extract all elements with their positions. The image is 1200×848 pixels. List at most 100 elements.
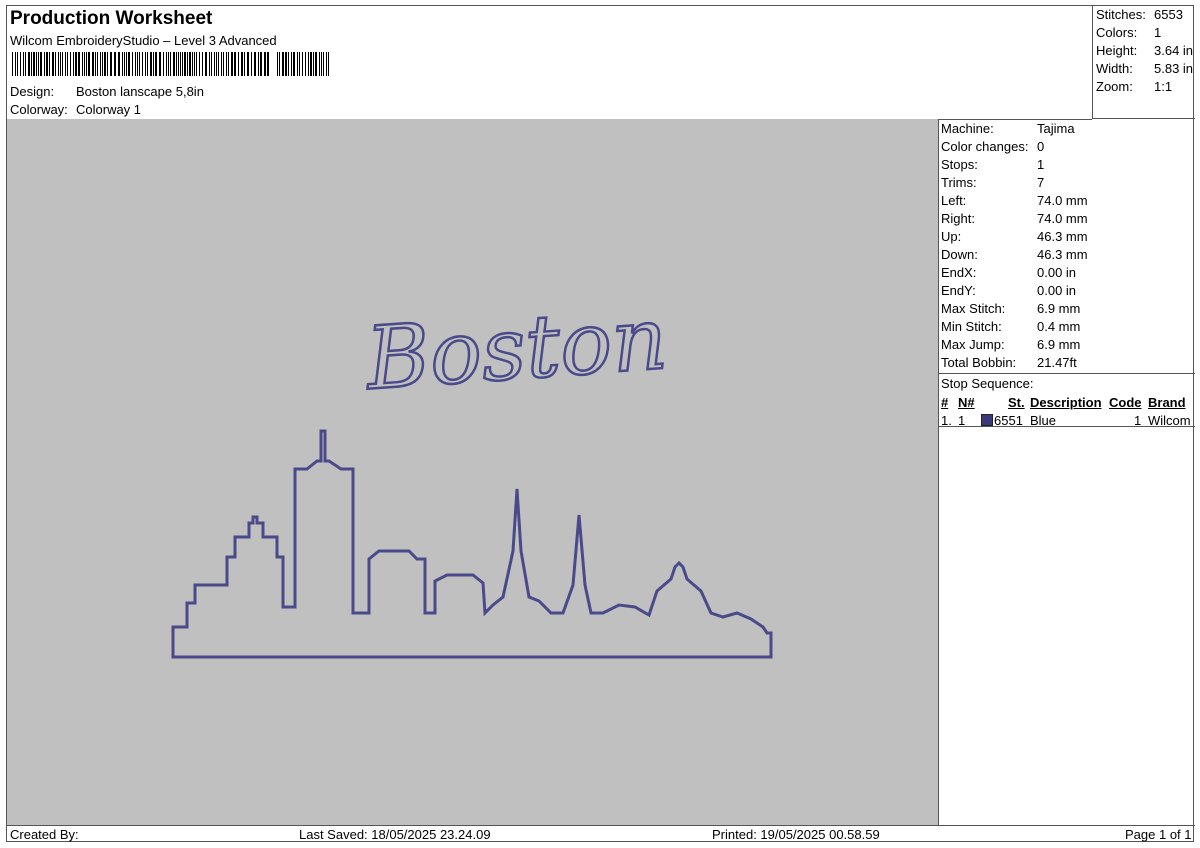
left-value: 74.0 mm [1037, 193, 1088, 208]
barcode-bar [315, 52, 317, 76]
zoom-label: Zoom: [1096, 79, 1133, 94]
barcode-bar [192, 52, 193, 76]
barcode-bar [65, 52, 66, 76]
barcode-bar [211, 52, 212, 76]
col-stitches: St. [1008, 395, 1025, 410]
barcode-bar [297, 52, 298, 76]
barcode-bar [153, 52, 154, 76]
width-label: Width: [1096, 61, 1133, 76]
barcode-bar [23, 52, 24, 76]
barcode-bar [150, 52, 152, 76]
barcode-bar [218, 52, 219, 76]
barcode-bar [302, 52, 303, 76]
barcode-bar [216, 52, 217, 76]
barcode-bar [60, 52, 61, 76]
barcode-bar [226, 52, 227, 76]
barcode-bar [46, 52, 48, 76]
design-canvas: Boston [171, 288, 773, 659]
machine-info-panel: Machine: Tajima Color changes: 0 Stops: 1 T… [938, 119, 1195, 825]
barcode-bar [145, 52, 146, 76]
min-stitch-label: Min Stitch: [941, 319, 1002, 334]
barcode-bar [31, 52, 32, 76]
down-value: 46.3 mm [1037, 247, 1088, 262]
barcode-bar [299, 52, 300, 76]
stops-label: Stops: [941, 157, 978, 172]
barcode-bar [67, 52, 68, 76]
worksheet-footer: Created By: Last Saved: 18/05/2025 23.24… [7, 825, 1195, 844]
barcode-bar [184, 52, 186, 76]
colorway-value: Colorway 1 [76, 102, 142, 117]
barcode-bar [139, 52, 140, 76]
barcode-bar [291, 52, 292, 76]
row-needle: 1 [958, 413, 966, 428]
barcode-bar [247, 52, 249, 76]
row-brand: Wilcom [1148, 413, 1191, 428]
up-value: 46.3 mm [1037, 229, 1088, 244]
stitches-value: 6553 [1154, 7, 1183, 22]
height-label: Height: [1096, 43, 1138, 58]
min-stitch-value: 0.4 mm [1037, 319, 1081, 334]
production-worksheet: Production Worksheet Wilcom EmbroiderySt… [6, 5, 1195, 844]
barcode-bar [223, 52, 224, 76]
barcode-bar [15, 52, 16, 76]
barcode-bar [92, 52, 94, 76]
barcode-bar [267, 52, 269, 76]
colors-value: 1 [1154, 25, 1162, 40]
barcode-bar [163, 52, 164, 76]
barcode-bar [55, 52, 56, 76]
left-label: Left: [941, 193, 967, 208]
design-label: Design: [10, 84, 55, 99]
barcode-bar [97, 52, 98, 76]
col-number: # [941, 395, 949, 410]
endx-value: 0.00 in [1037, 265, 1077, 280]
barcode-bar [135, 52, 136, 76]
barcode-bar [102, 52, 103, 76]
endy-label: EndY: [941, 283, 976, 298]
barcode-bar [159, 52, 161, 76]
barcode-bar [196, 52, 197, 76]
barcode-bar [319, 52, 320, 76]
col-description: Description [1030, 395, 1102, 410]
stop-sequence-table: Stop Sequence: # N# St. Description Code… [938, 373, 1195, 428]
max-stitch-label: Max Stitch: [941, 301, 1006, 316]
barcode-bar [231, 52, 233, 76]
colorway-row: Colorway: Colorway 1 [10, 102, 141, 117]
row-stitches: 6551 [994, 413, 1023, 428]
barcode-bar [20, 52, 21, 76]
down-label: Down: [941, 247, 978, 262]
barcode-bar [88, 52, 90, 76]
up-label: Up: [941, 229, 962, 244]
barcode [12, 52, 329, 76]
barcode-bar [323, 52, 324, 76]
barcode-bar [12, 52, 13, 76]
barcode-bar [124, 52, 125, 76]
barcode-bar [202, 52, 203, 76]
barcode-bar [142, 52, 143, 76]
barcode-bar [100, 52, 101, 76]
endy-value: 0.00 in [1037, 283, 1077, 298]
barcode-bar [258, 52, 259, 76]
barcode-bar [310, 52, 312, 76]
barcode-bar [228, 52, 229, 76]
barcode-bar [110, 52, 112, 76]
barcode-bar [277, 52, 278, 76]
barcode-bar [182, 52, 183, 76]
barcode-bar [260, 52, 262, 76]
width-value: 5.83 in [1154, 61, 1194, 76]
barcode-bar [137, 52, 138, 76]
col-code: Code [1109, 395, 1142, 410]
barcode-bar [78, 52, 80, 76]
machine-value: Tajima [1037, 121, 1075, 136]
printed-date: Printed: 19/05/2025 00.58.59 [712, 827, 880, 842]
colors-label: Colors: [1096, 25, 1138, 40]
barcode-bar [166, 52, 167, 76]
barcode-bar [279, 52, 280, 76]
col-brand: Brand [1148, 395, 1186, 410]
barcode-bar [209, 52, 210, 76]
barcode-bar [308, 52, 309, 76]
barcode-bar [75, 52, 77, 76]
zoom-value: 1:1 [1154, 79, 1173, 94]
trims-label: Trims: [941, 175, 977, 190]
design-row: Design: Boston lanscape 5,8in [10, 84, 204, 99]
barcode-bar [251, 52, 252, 76]
